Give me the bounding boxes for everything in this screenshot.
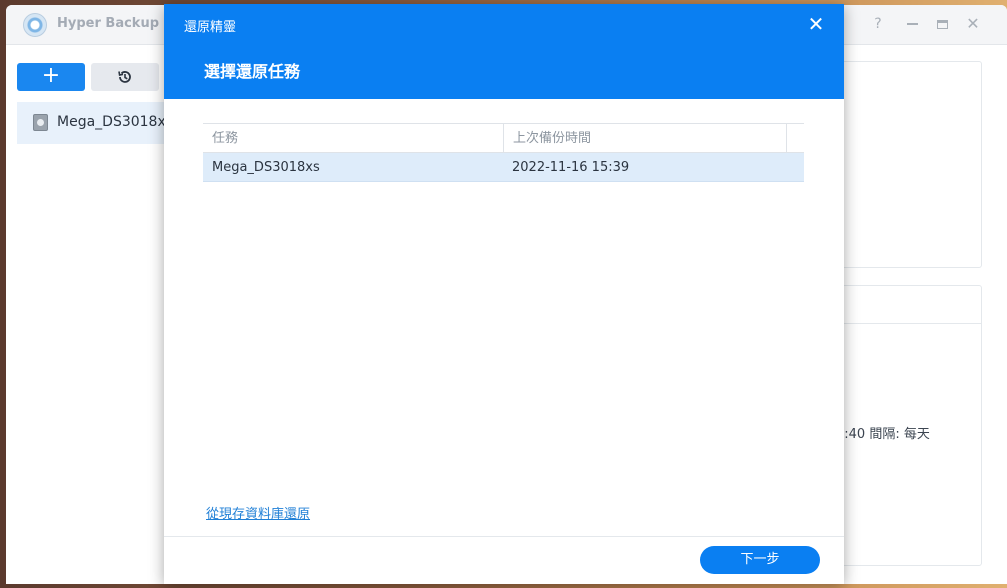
next-button[interactable]: 下一步 bbox=[700, 546, 820, 574]
column-header-task[interactable]: 任務 bbox=[203, 124, 504, 153]
window-close-button[interactable]: ✕ bbox=[964, 15, 982, 33]
minimize-button[interactable] bbox=[903, 15, 921, 33]
add-task-button[interactable]: + bbox=[17, 63, 85, 91]
maximize-icon bbox=[936, 19, 948, 29]
schedule-info: 2:40 間隔: 每天 bbox=[836, 427, 930, 442]
column-header-last-backup[interactable]: 上次備份時間 bbox=[504, 124, 787, 153]
task-overview-card bbox=[838, 61, 982, 268]
card-divider bbox=[839, 323, 981, 324]
dialog-close-button[interactable]: ✕ bbox=[806, 14, 826, 34]
restore-task-table: 任務 上次備份時間 Mega_DS3018xs 2022-11-16 15:39 bbox=[203, 123, 804, 182]
history-icon bbox=[118, 71, 131, 83]
restore-from-existing-link[interactable]: 從現存資料庫還原 bbox=[206, 503, 310, 522]
step-title: 選擇還原任務 bbox=[204, 62, 301, 81]
task-list-item-label: Mega_DS3018xs bbox=[57, 114, 174, 130]
hyper-backup-logo-icon bbox=[23, 13, 47, 37]
help-button[interactable]: ? bbox=[869, 15, 887, 33]
table-row[interactable]: Mega_DS3018xs 2022-11-16 15:39 bbox=[203, 153, 804, 182]
dialog-title: 還原精靈 bbox=[184, 20, 237, 35]
restore-wizard-dialog: 還原精靈 ✕ 選擇還原任務 任務 上次備份時間 Mega_DS3018xs 20… bbox=[164, 4, 844, 584]
footer-divider bbox=[164, 536, 844, 537]
app-title: Hyper Backup bbox=[57, 16, 160, 31]
nas-drive-icon bbox=[33, 114, 48, 131]
maximize-button[interactable] bbox=[933, 15, 951, 33]
task-list-item[interactable]: Mega_DS3018xs bbox=[17, 102, 177, 144]
minimize-icon bbox=[906, 23, 918, 25]
cell-last-backup: 2022-11-16 15:39 bbox=[512, 160, 630, 175]
dialog-header: 還原精靈 ✕ 選擇還原任務 bbox=[164, 4, 844, 99]
cell-task: Mega_DS3018xs bbox=[212, 160, 320, 175]
task-list-pane: + Mega_DS3018xs bbox=[6, 46, 177, 584]
table-header: 任務 上次備份時間 bbox=[203, 123, 804, 153]
restore-history-button[interactable] bbox=[91, 63, 159, 91]
